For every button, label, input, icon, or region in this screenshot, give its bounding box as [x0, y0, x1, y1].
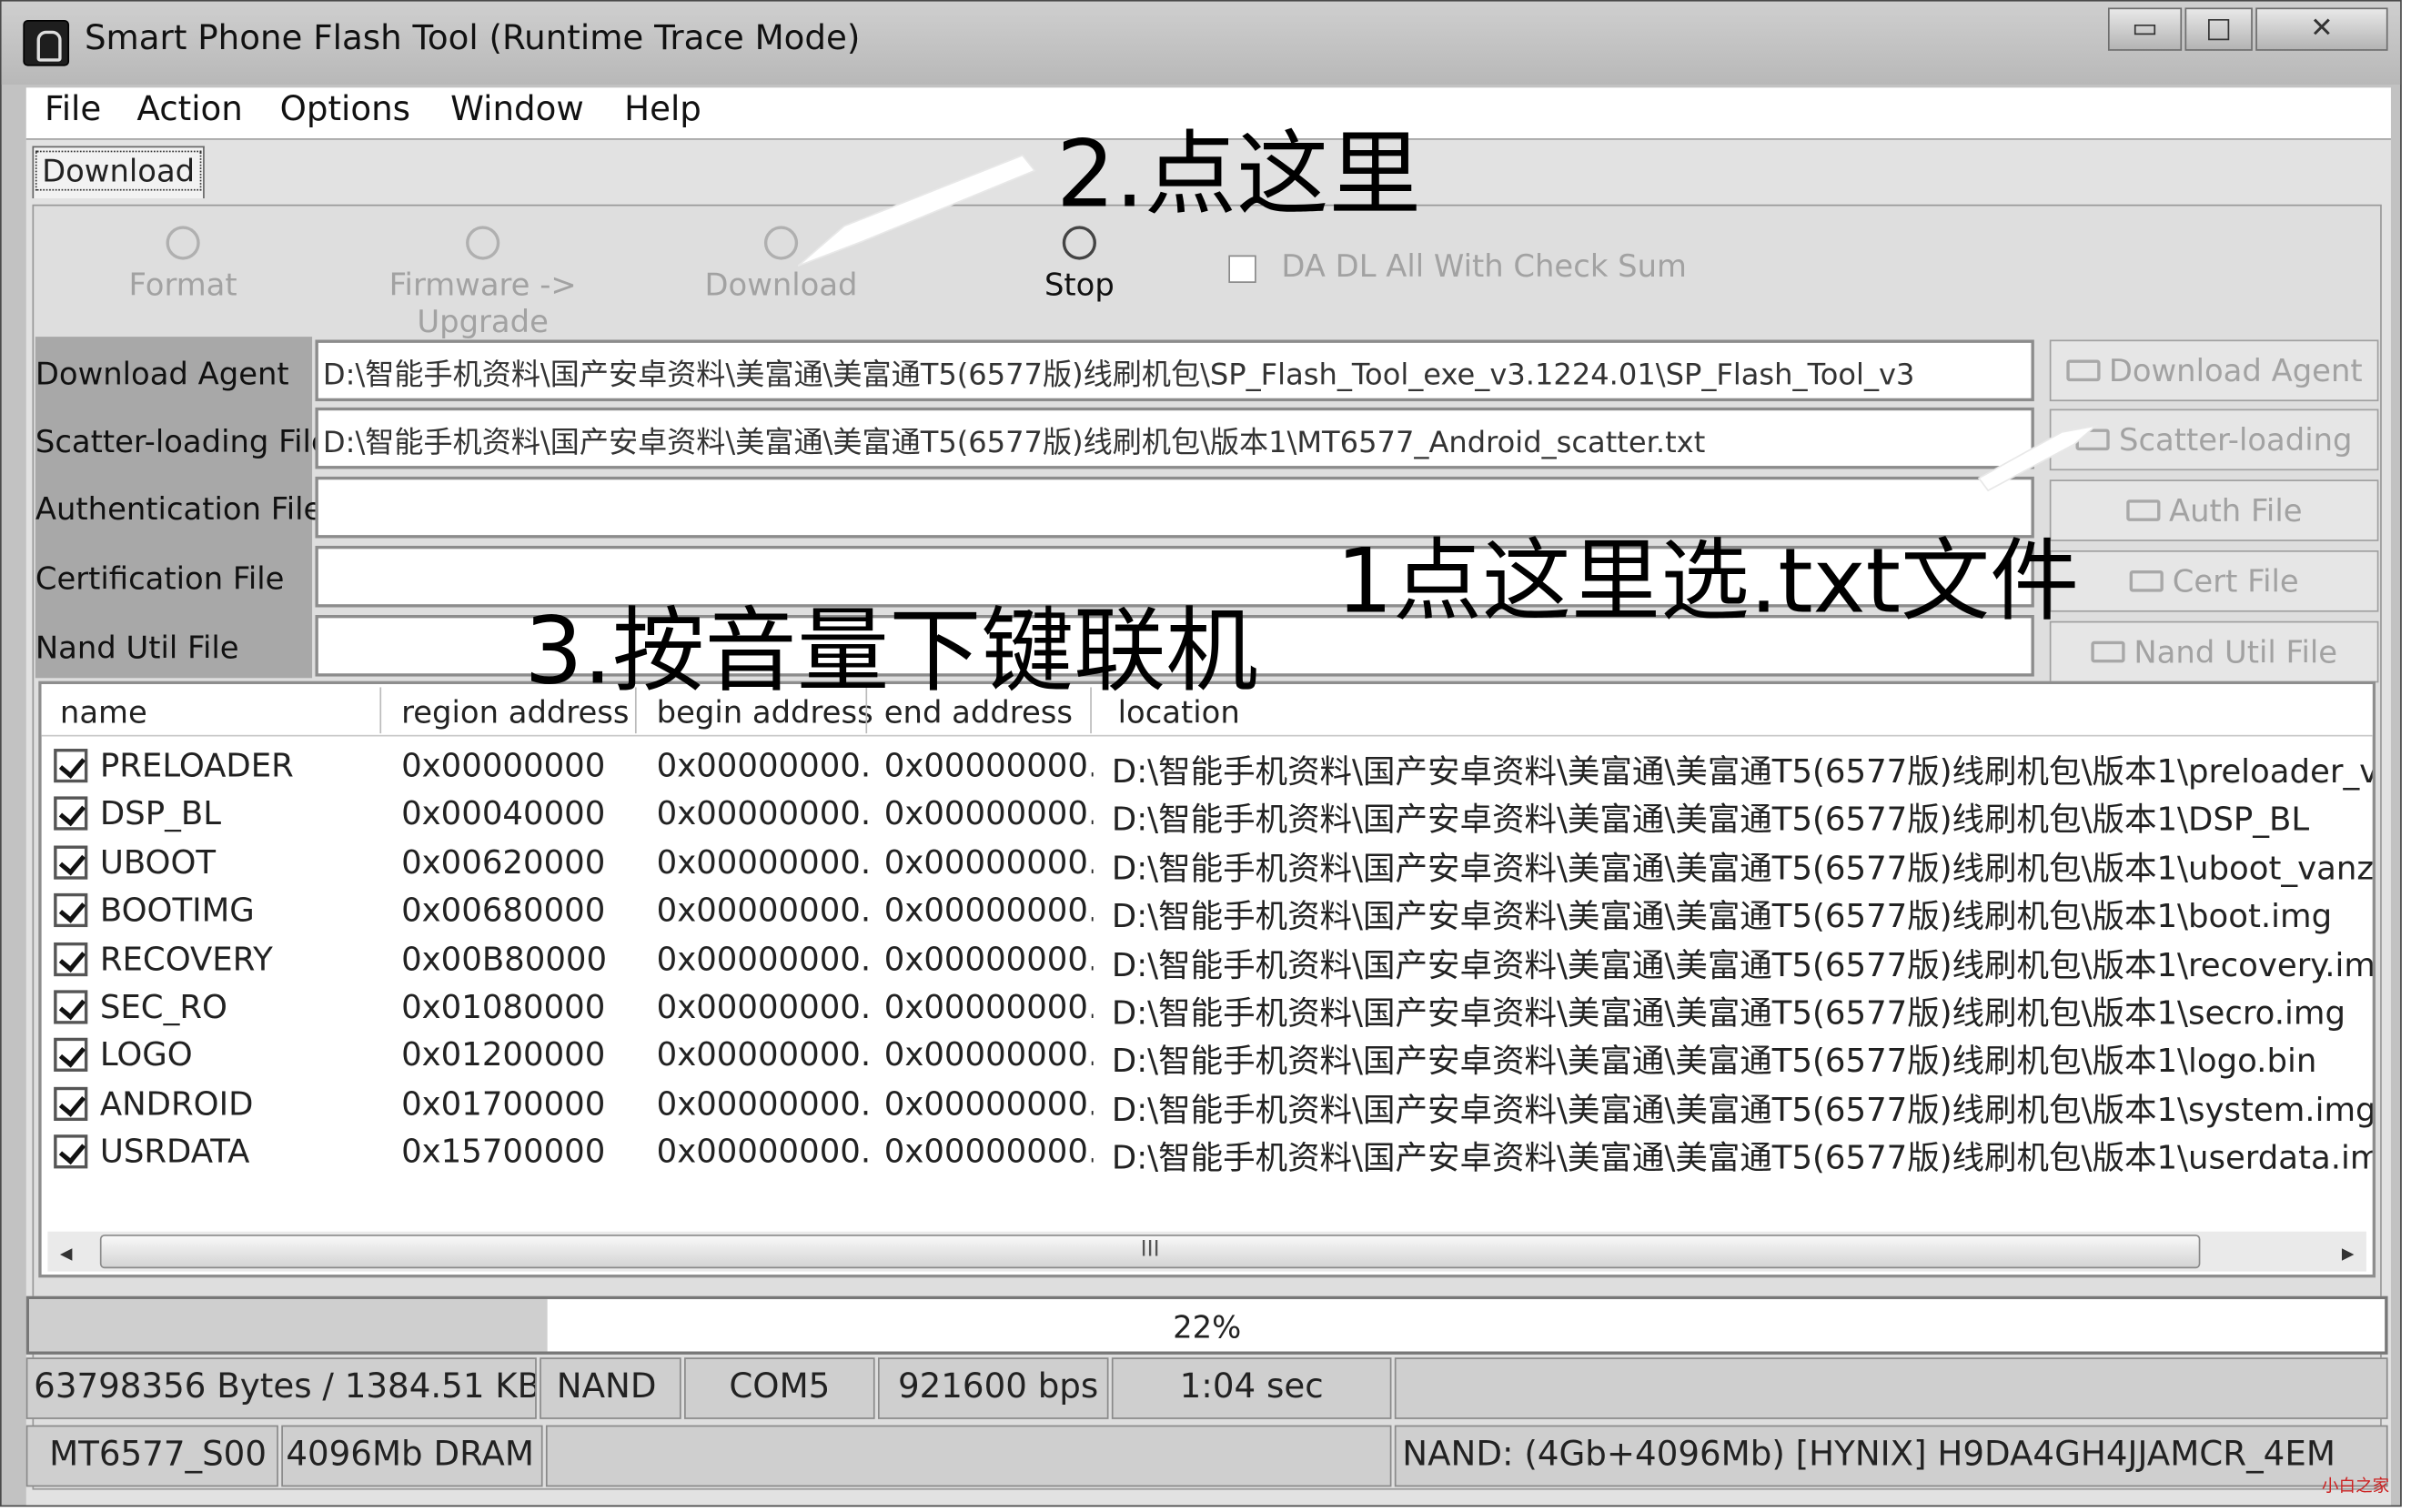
step2-annotation: 2.点这里 [1056, 121, 1421, 229]
flash-tool-window: Smart Phone Flash Tool (Runtime Trace Mo… [0, 0, 2402, 1507]
arrow-to-download [797, 154, 1036, 267]
watermark: 小白之家 [2321, 1476, 2390, 1497]
screenshot-stage: Smart Phone Flash Tool (Runtime Trace Mo… [0, 0, 2411, 1512]
step3-annotation: 3.按音量下键联机 [524, 598, 1258, 706]
arrow-to-scatter [1977, 424, 2099, 492]
step1-annotation: 1点这里选.txt文件 [1336, 529, 2080, 634]
